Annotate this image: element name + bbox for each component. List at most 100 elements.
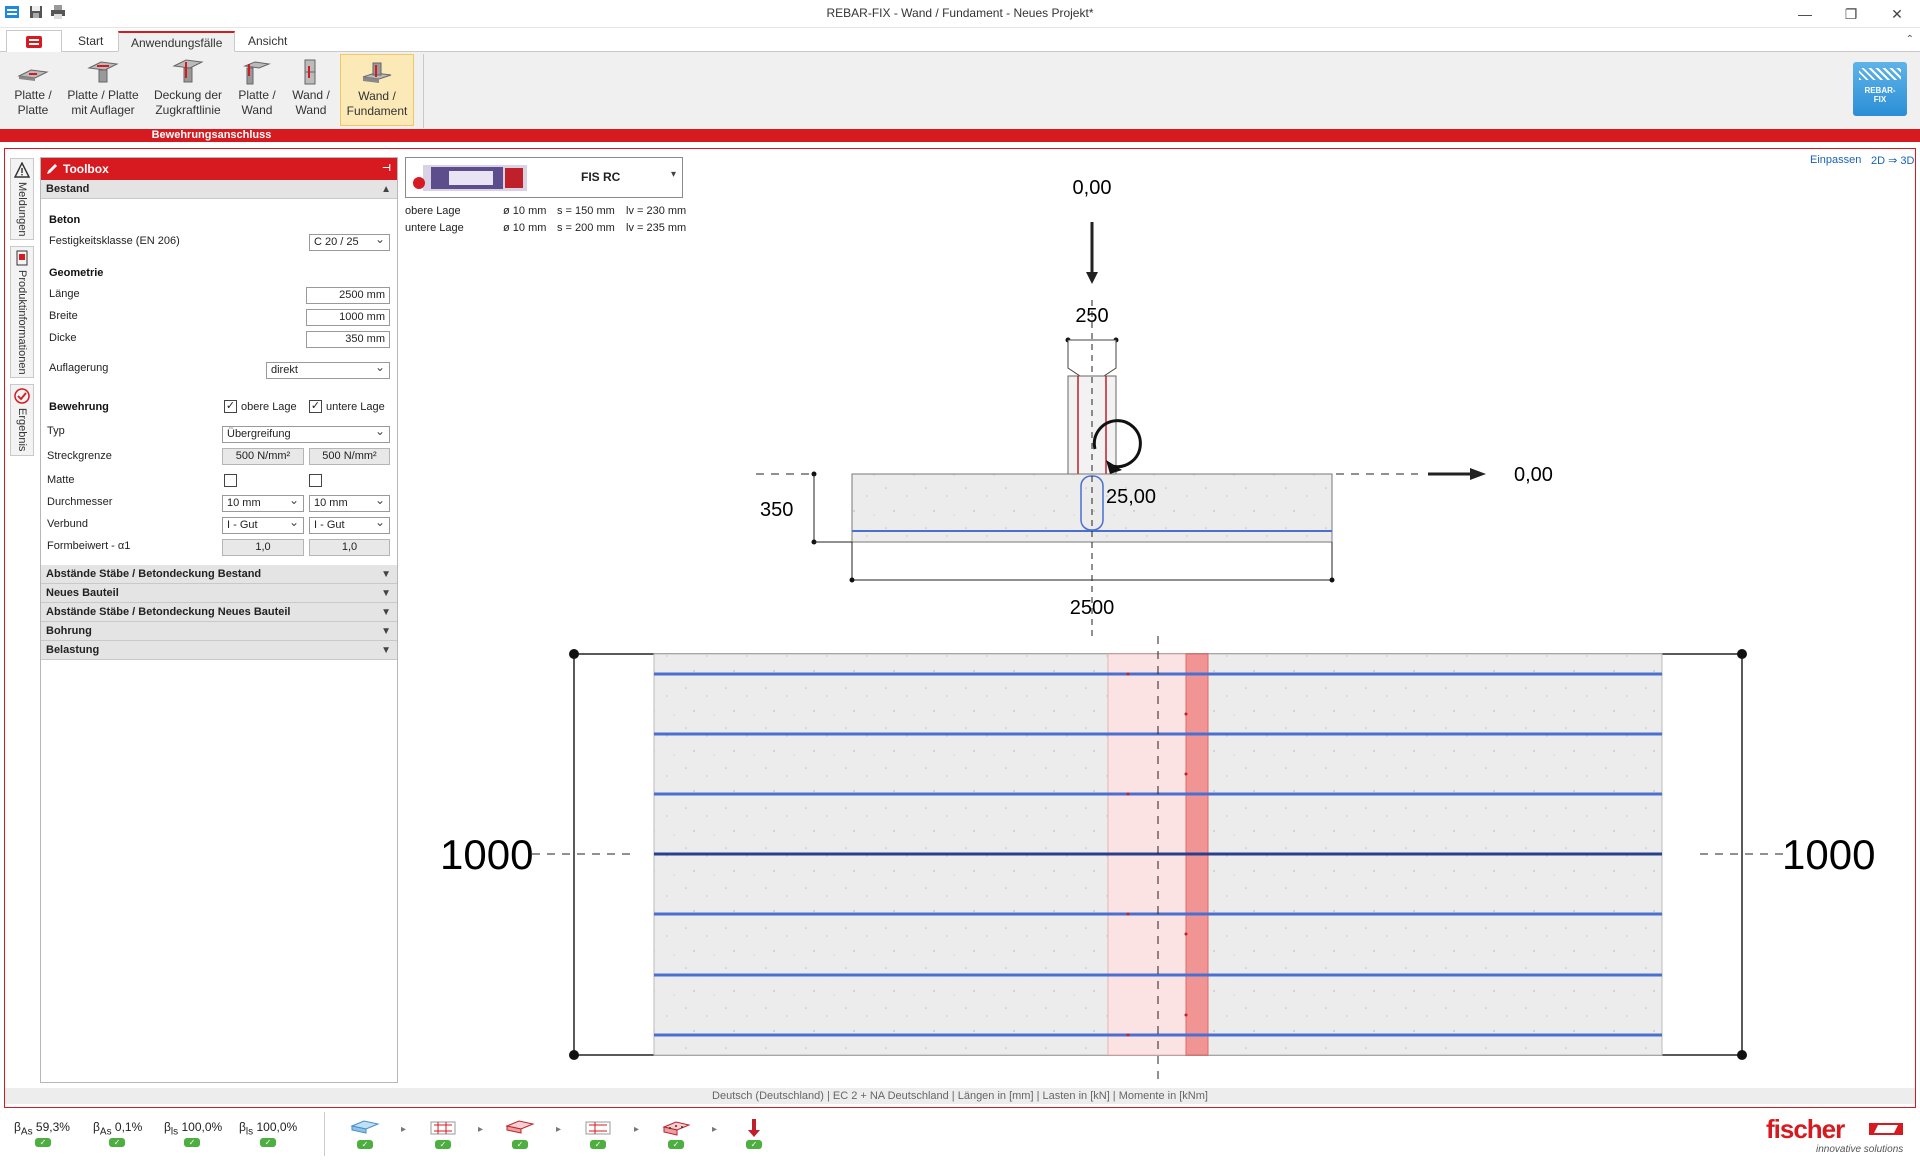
laenge-label: Länge — [49, 288, 80, 300]
verbund-label: Verbund — [47, 518, 88, 530]
ribbon-collapse-icon[interactable]: ⌃ — [1906, 34, 1914, 45]
view-mode-toggle[interactable]: 2D ⇒ 3D — [1871, 154, 1914, 167]
result-value: 100,0% — [181, 1120, 223, 1134]
matte-unten-checkbox[interactable] — [309, 474, 322, 487]
result-value: 59,3% — [35, 1120, 70, 1134]
side-tab-ergebnis[interactable]: Ergebnis — [10, 384, 34, 456]
durchmesser-unten-select[interactable]: 10 mm — [309, 493, 390, 512]
formbeiwert-oben[interactable]: 1,0 — [222, 539, 304, 556]
ok-badge-icon: ✓ — [260, 1138, 276, 1147]
dim-node — [849, 577, 855, 583]
beton-heading: Beton — [49, 214, 81, 226]
formbeiwert-label: Formbeiwert - α1 — [47, 540, 131, 552]
rebar-fix-logo[interactable]: REBAR- FIX — [1853, 62, 1907, 116]
new-part-icon[interactable] — [505, 1118, 535, 1138]
expand-icon: ▼ — [381, 645, 391, 656]
verbund-oben-select[interactable]: I - Gut — [222, 515, 304, 534]
streckgrenze-oben[interactable]: 500 N/mm² — [222, 448, 304, 465]
expand-icon: ▼ — [381, 569, 391, 580]
section-bestand[interactable]: Bestand ▲ — [41, 180, 397, 199]
logo-text: FIX — [1873, 95, 1887, 104]
tab-start[interactable]: Start — [66, 31, 115, 52]
ribbon-button-deckung-zugkraftlinie[interactable]: Deckung der Zugkraftlinie — [148, 54, 228, 126]
restore-button[interactable]: ❐ — [1828, 0, 1874, 28]
ribbon-button-wand-fundament[interactable]: Wand / Fundament — [340, 54, 414, 126]
result-value: 0,1% — [114, 1120, 143, 1134]
result-symbol: β — [14, 1120, 21, 1134]
breite-input[interactable]: 1000 mm — [306, 309, 390, 326]
minimize-button[interactable]: — — [1782, 0, 1828, 28]
ok-badge-icon: ✓ — [435, 1140, 451, 1149]
section-belastung[interactable]: Belastung ▼ — [41, 641, 397, 660]
drilling-icon[interactable] — [661, 1118, 691, 1138]
vertical-load-arrowhead — [1086, 272, 1098, 284]
product-selector[interactable]: FIS RC ▾ — [405, 157, 683, 198]
rebar-existing-icon[interactable] — [428, 1118, 458, 1138]
pin-icon[interactable]: ⊣ — [382, 158, 391, 180]
section-abstaende-neu[interactable]: Abstände Stäbe / Betondeckung Neues Baut… — [41, 603, 397, 622]
ribbon-label: Platte / — [14, 88, 52, 102]
side-tab-meldungen[interactable]: Meldungen — [10, 158, 34, 240]
result-beta[interactable]: βAs 0,1% — [93, 1120, 142, 1137]
chevron-down-icon[interactable]: ▾ — [671, 169, 676, 180]
verbund-unten-select[interactable]: I - Gut — [309, 515, 390, 534]
wall-wall-icon — [304, 59, 316, 85]
plan-node — [1737, 1050, 1747, 1060]
dicke-input[interactable]: 350 mm — [306, 331, 390, 348]
result-sub: ls — [245, 1126, 254, 1138]
section-neues-bauteil[interactable]: Neues Bauteil ▼ — [41, 584, 397, 603]
formbeiwert-unten[interactable]: 1,0 — [309, 539, 390, 556]
tab-ansicht[interactable]: Ansicht — [236, 31, 299, 52]
close-button[interactable]: ✕ — [1874, 0, 1920, 28]
festigkeit-select[interactable]: C 20 / 25 — [309, 232, 390, 251]
section-bohrung[interactable]: Bohrung ▼ — [41, 622, 397, 641]
result-beta[interactable]: βAs 59,3% — [14, 1120, 70, 1137]
untere-lage-checkbox[interactable]: ✓ — [309, 400, 322, 413]
side-tab-label: Meldungen — [16, 182, 28, 237]
ribbon-label: Platte / — [238, 88, 276, 102]
durchmesser-oben-select[interactable]: 10 mm — [222, 493, 304, 512]
section-abstaende-bestand[interactable]: Abstände Stäbe / Betondeckung Bestand ▼ — [41, 565, 397, 584]
ribbon-label: Deckung der — [153, 88, 223, 102]
ribbon-button-platte-wand[interactable]: Platte / Wand — [234, 54, 280, 126]
result-beta[interactable]: βls 100,0% — [239, 1120, 297, 1137]
side-tab-label: Ergebnis — [16, 408, 28, 452]
section-title: Bestand — [46, 183, 90, 195]
product-row-diameter: ø 10 mm — [503, 205, 547, 217]
toolbox-title: Toolbox — [63, 162, 109, 176]
chevron-right-icon: ▸ — [712, 1124, 718, 1135]
ribbon-button-wand-wand[interactable]: Wand / Wand — [286, 54, 336, 126]
existing-part-icon[interactable] — [350, 1118, 380, 1138]
laenge-input[interactable]: 2500 mm — [306, 287, 390, 304]
streckgrenze-label: Streckgrenze — [47, 450, 112, 462]
divider — [324, 1112, 325, 1156]
obere-lage-label: obere Lage — [241, 401, 297, 413]
product-row-lv: lv = 230 mm — [626, 205, 687, 217]
wall-foundation-icon — [362, 62, 392, 83]
result-beta[interactable]: βls 100,0% — [164, 1120, 222, 1137]
tab-anwendungsfaelle[interactable]: Anwendungsfälle — [118, 31, 236, 52]
rebar-new-icon[interactable] — [583, 1118, 613, 1138]
fit-view-link[interactable]: Einpassen — [1810, 154, 1861, 166]
result-value: 100,0% — [256, 1120, 298, 1134]
slab-slab-icon — [17, 69, 49, 81]
streckgrenze-unten[interactable]: 500 N/mm² — [309, 448, 390, 465]
fischer-logo-mark-icon — [1869, 1123, 1903, 1135]
moment-label: 25,00 — [1106, 486, 1156, 508]
auflagerung-select[interactable]: direkt — [266, 360, 390, 379]
tension-line-icon — [172, 59, 204, 83]
ribbon-button-platte-auflager[interactable]: Platte / Platte mit Auflager — [64, 54, 142, 126]
side-tab-produktinformationen[interactable]: Produktinformationen — [10, 246, 34, 378]
drawing-canvas[interactable]: 0,00 250 0,00 25,00 350 2500 1000 1000 — [405, 150, 1910, 1085]
obere-lage-checkbox[interactable]: ✓ — [224, 400, 237, 413]
ribbon-label: Wand — [295, 103, 327, 117]
matte-oben-checkbox[interactable] — [224, 474, 237, 487]
application-menu-button[interactable] — [6, 30, 62, 52]
result-sub: ls — [170, 1126, 179, 1138]
load-icon[interactable] — [739, 1118, 769, 1138]
product-name: FIS RC — [581, 170, 621, 184]
product-row-spacing: s = 150 mm — [557, 205, 615, 217]
ok-badge-icon: ✓ — [590, 1140, 606, 1149]
typ-select[interactable]: Übergreifung — [222, 424, 390, 443]
ribbon-button-platte-platte[interactable]: Platte / Platte — [8, 54, 58, 126]
